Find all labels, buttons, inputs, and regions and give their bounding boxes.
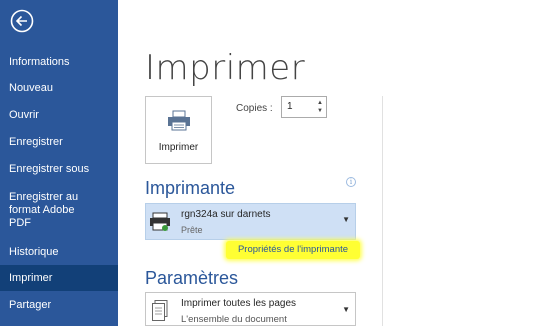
sidebar-item-partager[interactable]: Partager: [0, 299, 118, 312]
preview-divider: [382, 96, 383, 326]
settings-heading: Paramètres: [145, 268, 239, 288]
copies-value: 1: [287, 101, 293, 112]
page-title: Imprimer: [145, 48, 306, 88]
printer-heading: Imprimante: [145, 178, 236, 198]
sidebar-item-enregistrer[interactable]: Enregistrer: [0, 136, 118, 149]
sidebar-item-historique[interactable]: Historique: [0, 246, 118, 259]
sidebar-item-ouvrir[interactable]: Ouvrir: [0, 109, 118, 122]
copies-label: Copies :: [236, 103, 273, 114]
info-icon[interactable]: i: [346, 177, 356, 187]
printer-properties-link[interactable]: Propriétés de l'imprimante: [226, 241, 360, 259]
pages-setting-sub: L'ensemble du document: [181, 314, 287, 325]
printer-icon: [168, 110, 190, 131]
printer-status-icon: [150, 212, 170, 231]
pages-setting-name: Imprimer toutes les pages: [181, 298, 297, 309]
sidebar-item-nouveau[interactable]: Nouveau: [0, 82, 118, 95]
print-button[interactable]: Imprimer: [145, 96, 212, 164]
sidebar-item-imprimer[interactable]: Imprimer: [0, 265, 118, 291]
printer-status: Prête: [181, 225, 203, 235]
dropdown-arrow-icon: ▼: [342, 215, 350, 224]
copies-stepper[interactable]: 1 ▲ ▼: [281, 96, 327, 118]
dropdown-arrow-icon: ▼: [342, 305, 350, 314]
pages-dropdown[interactable]: Imprimer toutes les pages L'ensemble du …: [145, 292, 356, 326]
printer-dropdown[interactable]: rgn324a sur darnets Prête ▼: [145, 203, 356, 240]
backstage-sidebar: Informations Nouveau Ouvrir Enregistrer …: [0, 0, 118, 326]
printer-name: rgn324a sur darnets: [181, 209, 271, 220]
print-button-label: Imprimer: [158, 142, 199, 153]
document-pages-icon: [152, 300, 168, 321]
back-arrow-icon[interactable]: [10, 9, 34, 33]
sidebar-item-informations[interactable]: Informations: [0, 56, 118, 69]
sidebar-item-enregistrer-pdf[interactable]: Enregistrer au format Adobe PDF: [0, 191, 118, 230]
spin-up-icon[interactable]: ▲: [315, 99, 325, 107]
spin-down-icon[interactable]: ▼: [315, 107, 325, 115]
sidebar-item-enregistrer-sous[interactable]: Enregistrer sous: [0, 163, 118, 176]
